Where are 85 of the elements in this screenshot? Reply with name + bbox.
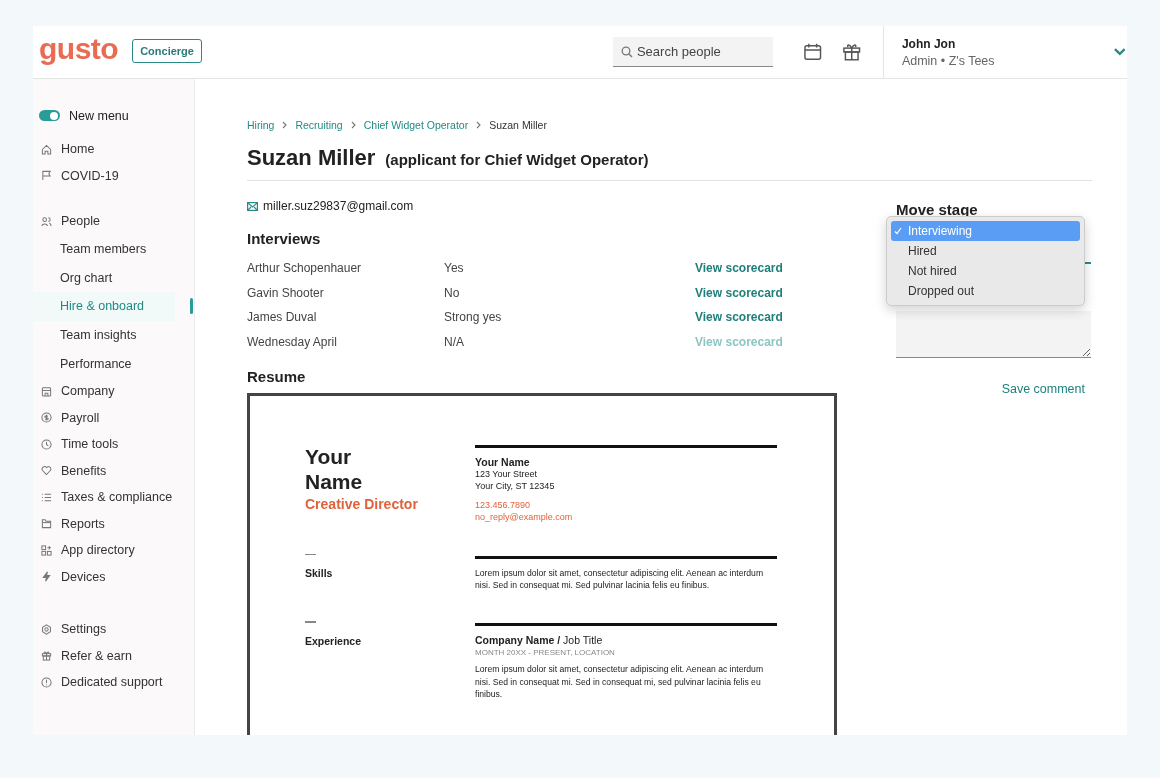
interview-verdict: Yes [444,261,465,276]
email-address: miller.suz29837@gmail.com [263,199,414,213]
sidebar-item[interactable]: Hire & onboard [33,291,194,321]
sidebar-item[interactable]: Company [33,377,194,405]
sidebar-item[interactable]: COVID-19 [33,162,194,189]
sidebar-item[interactable]: Team insights [33,320,194,350]
resume-section-label: Skills [305,567,334,580]
store-icon [41,385,52,397]
flag-icon [41,170,52,182]
breadcrumb-link[interactable]: Chief Widget Operator [363,119,469,131]
calendar-icon[interactable] [802,42,823,62]
user-role: Admin • Z's Tees [901,53,996,68]
concierge-button[interactable]: Concierge [132,39,202,63]
interviewer-name: Arthur Schopenhauer [247,261,363,276]
resume-paragraph: Lorem ipsum dolor sit amet, consectetur adipiscing elit. Aenean ac interdum nisi. Sed in consequat mi. Sed pulvinar lacinia felis eu finibus. [475,566,765,592]
interviewer-name: James Duval [247,310,318,325]
page-title: Suzan Miller [247,145,376,171]
scorecard-link[interactable]: View scorecard [695,310,783,325]
contact-name: Your Name [475,456,531,468]
sidebar-item[interactable]: Taxes & compliance [33,483,194,511]
interview-verdict: Strong yes [444,310,503,325]
breadcrumb-link[interactable]: Recruiting [295,119,343,131]
save-comment-link[interactable]: Save comment [1001,382,1085,396]
sidebar-item[interactable]: Settings [33,615,194,643]
heart-icon [41,465,52,477]
interviewer-name: Wednesday April [247,334,338,349]
breadcrumb-link[interactable]: Hiring [247,119,275,131]
sidebar-item[interactable]: Time tools [33,430,194,458]
sidebar-item[interactable]: Refer & earn [33,642,194,669]
dropdown-option[interactable]: Hired [891,241,1080,261]
sidebar-item[interactable]: Reports [33,510,194,537]
section-heading: Resume [247,368,307,385]
chevron-right-icon [282,121,288,129]
sidebar-item[interactable]: Devices [33,563,194,590]
sidebar-item[interactable]: People [33,208,194,235]
chevron-right-icon [350,121,356,129]
gift-icon[interactable] [842,42,862,62]
dollar-icon [41,412,52,424]
apps-icon [41,544,52,556]
scorecard-link[interactable]: View scorecard [695,261,783,276]
toggle-switch[interactable] [39,110,60,121]
page-subtitle: (applicant for Chief Widget Operator) [385,151,649,168]
breadcrumb-current: Suzan Miller [489,119,547,131]
contact-address: 123 Your Street Your City, ST 12345 [475,468,556,493]
interview-verdict: N/A [444,334,465,349]
list-icon [41,491,52,503]
toggle-label: New menu [69,108,129,123]
sidebar-item[interactable]: App directory [33,536,194,564]
sidebar-item[interactable]: Payroll [33,404,194,431]
interview-verdict: No [444,285,461,300]
job-meta: MONTH 20XX - PRESENT, LOCATION [475,648,616,658]
sidebar-item[interactable]: Benefits [33,457,194,484]
chevron-down-icon[interactable] [1113,47,1127,57]
folder-icon [41,518,52,530]
sidebar-item[interactable]: Home [33,136,194,163]
clock-icon [41,438,52,450]
search-field[interactable]: Search people [612,37,773,67]
sidebar-item[interactable]: Dedicated support [33,668,194,696]
home-icon [41,143,52,155]
contact-email: no_reply@example.com [475,511,574,524]
resume-section-label: Experience [305,634,363,647]
dropdown-option[interactable]: Not hired [891,261,1080,281]
gear-icon [41,623,52,635]
gift-icon [41,650,52,662]
job-title: Company Name / Job Title [475,634,604,647]
alert-icon [41,676,52,688]
resume-name: Your Name [305,444,364,495]
contact-phone: 123.456.7890 [475,499,532,512]
sidebar-item[interactable]: Org chart [33,263,194,292]
search-icon [620,46,633,58]
section-heading: Interviews [247,230,322,247]
resume-role: Creative Director [305,496,419,513]
mail-icon [247,201,258,211]
bolt-icon [41,571,52,583]
comment-field[interactable] [896,311,1091,358]
sidebar-item[interactable]: Performance [33,349,194,378]
user-name: John Jon [901,36,957,51]
checkmark-icon [893,227,902,235]
resume-paragraph: Lorem ipsum dolor sit amet, consectetur adipiscing elit. Aenean ac interdum nisi. Sed in consequat mi. Sed in consequat mi, sed pulvinar lacinia felis eu finibus. [475,663,765,701]
interviewer-name: Gavin Shooter [247,285,325,300]
chevron-right-icon [476,121,482,129]
dropdown-option[interactable]: Dropped out [891,281,1080,301]
sidebar-item[interactable]: Team members [33,234,194,264]
people-icon [41,215,52,227]
scorecard-link[interactable]: View scorecard [695,285,783,300]
